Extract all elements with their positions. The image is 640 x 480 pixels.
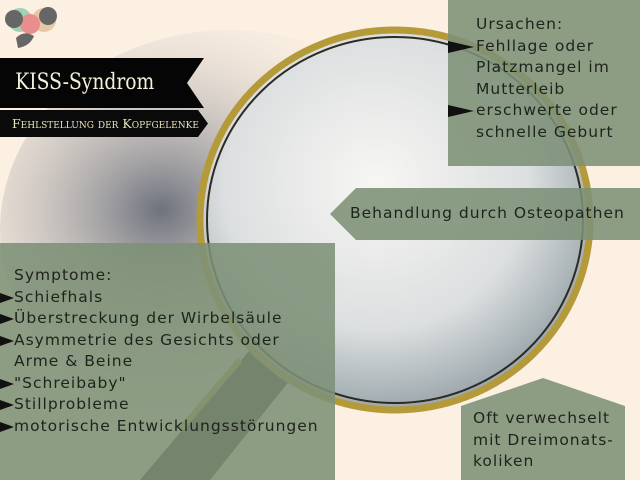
arrow-bullet-icon	[448, 40, 474, 53]
arrow-bullet-icon	[448, 105, 474, 117]
infographic: KISS-Syndrom Fehlstellung der Kopfgelenk…	[0, 0, 640, 480]
treatment-arrow: Behandlung durch Osteopathen	[330, 188, 640, 240]
list-item: Überstreckung der Wirbelsäule	[0, 308, 335, 330]
cause-text: Fehllage oder Platzmangel im Mutterleib	[476, 36, 610, 98]
note-text: Oft verwechselt mit Dreimonats-koliken	[473, 409, 614, 470]
symptoms-heading: Symptome:	[14, 266, 113, 284]
symptom-text: Stillprobleme	[14, 395, 130, 413]
arrow-bullet-icon	[0, 292, 14, 303]
list-item: erschwerte oder schnelle Geburt	[448, 100, 640, 143]
subtitle-banner: Fehlstellung der Kopfgelenke	[0, 110, 208, 137]
causes-heading: Ursachen:	[476, 15, 564, 33]
list-item: Asymmetrie des Gesichts oder Arme & Bein…	[0, 330, 304, 373]
arrow-bullet-icon	[0, 378, 14, 389]
symptom-text: Asymmetrie des Gesichts oder Arme & Bein…	[14, 330, 280, 371]
list-item: "Schreibaby"	[0, 373, 335, 395]
arrow-bullet-icon	[0, 421, 14, 432]
symptom-text: "Schreibaby"	[14, 373, 127, 392]
symptom-text: motorische Entwicklungsstörungen	[14, 416, 319, 435]
cause-text: erschwerte oder schnelle Geburt	[476, 101, 618, 141]
arrow-bullet-icon	[0, 400, 14, 410]
arrow-bullet-icon	[0, 314, 14, 324]
title-banner: KISS-Syndrom	[0, 58, 204, 108]
symptom-text: Schiefhals	[14, 287, 104, 306]
list-item: Fehllage oder Platzmangel im Mutterleib	[448, 36, 640, 101]
arrow-bullet-icon	[0, 335, 14, 346]
list-item: Stillprobleme	[0, 394, 335, 416]
list-item: motorische Entwicklungsstörungen	[0, 416, 335, 438]
symptoms-box: Symptome: Schiefhals Überstreckung der W…	[0, 243, 335, 480]
symptom-text: Überstreckung der Wirbelsäule	[14, 309, 283, 327]
page-title: KISS-Syndrom	[15, 70, 155, 95]
treatment-text: Behandlung durch Osteopathen	[350, 204, 625, 222]
list-item: Schiefhals	[0, 287, 335, 309]
logo-icon	[5, 7, 57, 48]
subtitle: Fehlstellung der Kopfgelenke	[12, 116, 199, 131]
causes-box: Ursachen: Fehllage oder Platzmangel im M…	[448, 0, 640, 166]
